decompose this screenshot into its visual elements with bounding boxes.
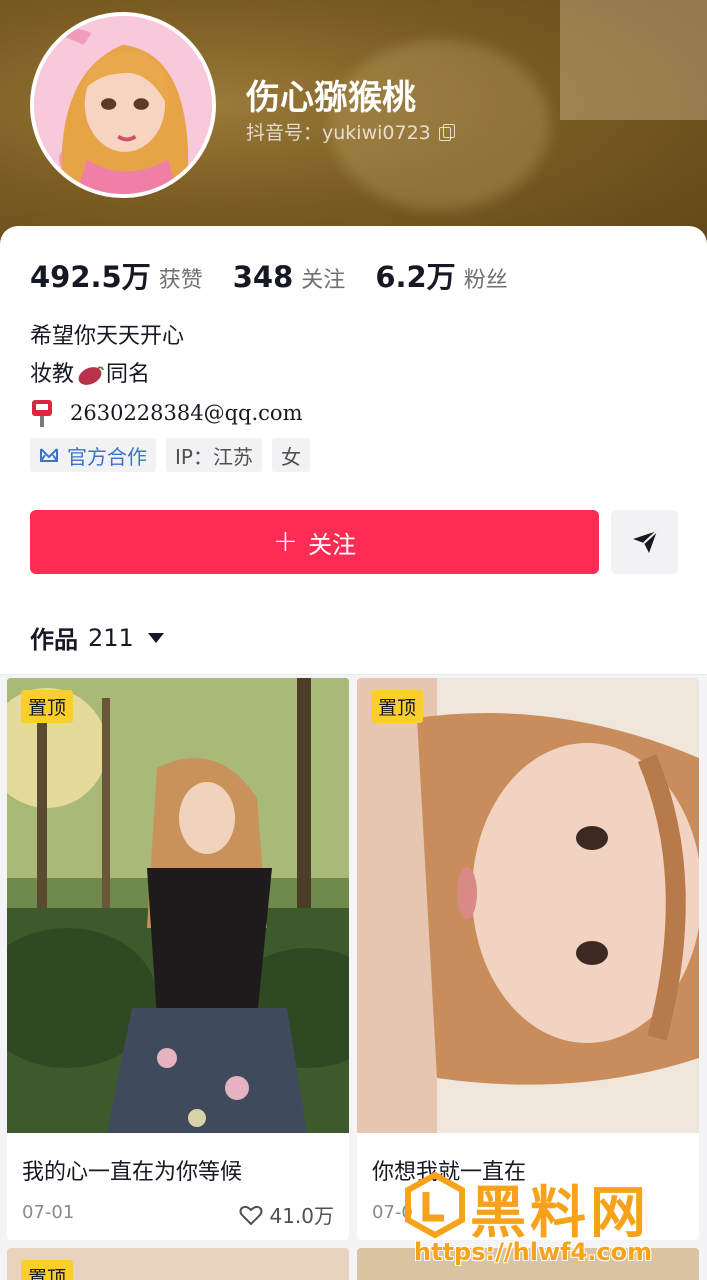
works-tab[interactable]: 作品 211 [30, 620, 164, 655]
watermark-brand: 黑料网 [470, 1181, 650, 1246]
profile-bio: 希望你天天开心 妆教 同名 2630228384@qq.com [30, 318, 303, 432]
pinned-badge: 置顶 [371, 690, 424, 723]
stat-followers[interactable]: 6.2万 粉丝 [375, 254, 507, 296]
watermark: 黑料网 https://hlwf4.com [400, 1168, 700, 1280]
video-caption: 我的心一直在为你等候 [22, 1160, 243, 1185]
copy-icon[interactable] [438, 123, 455, 141]
stat-likes-label: 获赞 [158, 268, 203, 293]
stat-following[interactable]: 348 关注 [233, 260, 346, 294]
video-thumbnail-image-forest [7, 678, 349, 1133]
watermark-url: https://hlwf4.com [414, 1238, 653, 1266]
plus-icon: + [272, 524, 299, 559]
video-tile[interactable]: 置顶 我的心一直在为你等候 07-01 41.0万 [7, 678, 349, 1240]
tag-official-label: 官方合作 [67, 444, 147, 469]
tag-official-cooperation[interactable]: 官方合作 [30, 438, 156, 472]
pinned-badge: 置顶 [21, 1260, 74, 1280]
mailbox-icon [32, 400, 52, 427]
follow-button[interactable]: + 关注 [30, 510, 599, 574]
stat-following-value: 348 [232, 260, 294, 294]
tag-gender: 女 [271, 438, 310, 472]
profile-nickname: 伤心猕猴桃 [246, 78, 416, 118]
avatar-illustration [34, 16, 212, 194]
caret-down-icon [147, 632, 164, 643]
profile-card: 492.5万 获赞 348 关注 6.2万 粉丝 希望你天天开心 妆教 同名 2… [0, 226, 707, 1280]
stat-likes[interactable]: 492.5万 获赞 [30, 254, 203, 296]
bio-line-2: 妆教 同名 [30, 356, 303, 394]
bio-email-line: 2630228384@qq.com [30, 394, 303, 432]
follow-button-label: 关注 [308, 530, 357, 559]
banner-background-light [560, 0, 707, 120]
watermark-logo [405, 1172, 465, 1238]
stat-followers-value: 6.2万 [375, 260, 456, 294]
handshake-icon [40, 448, 58, 462]
video-tile[interactable]: 置顶 你想我就一直在 07-0 [357, 678, 699, 1240]
douyin-id[interactable]: 抖音号：yukiwi0723 [246, 118, 455, 145]
video-tile-partial[interactable]: 置顶 [7, 1248, 349, 1280]
stat-following-label: 关注 [301, 268, 346, 293]
video-thumbnail[interactable] [7, 678, 349, 1133]
works-tab-label: 作品 [30, 626, 78, 654]
profile-tags: 官方合作 IP：江苏 女 [30, 438, 310, 472]
works-count: 211 [88, 623, 134, 652]
send-icon [632, 530, 658, 553]
stat-followers-label: 粉丝 [463, 268, 508, 293]
heart-icon [239, 1205, 263, 1225]
video-likes-count: 41.0万 [269, 1204, 334, 1228]
bio-email[interactable]: 2630228384@qq.com [70, 394, 303, 432]
video-likes: 41.0万 [239, 1200, 334, 1229]
pinned-badge: 置顶 [21, 690, 74, 723]
tag-ip-location: IP：江苏 [166, 438, 262, 472]
bio-line-2-prefix: 妆教 [30, 362, 75, 387]
video-thumbnail[interactable] [357, 678, 699, 1133]
video-date: 07-01 [22, 1202, 75, 1223]
message-button[interactable] [611, 510, 678, 574]
douyin-id-text: 抖音号：yukiwi0723 [246, 122, 431, 144]
stat-likes-value: 492.5万 [30, 260, 151, 294]
sweet-potato-icon [78, 366, 104, 385]
video-thumbnail-image-portrait [357, 678, 699, 1133]
avatar[interactable] [30, 12, 216, 198]
bio-line-2-suffix: 同名 [106, 362, 151, 387]
profile-stats: 492.5万 获赞 348 关注 6.2万 粉丝 [30, 254, 538, 296]
profile-banner: 伤心猕猴桃 抖音号：yukiwi0723 [0, 0, 707, 260]
bio-line-1: 希望你天天开心 [30, 324, 185, 349]
